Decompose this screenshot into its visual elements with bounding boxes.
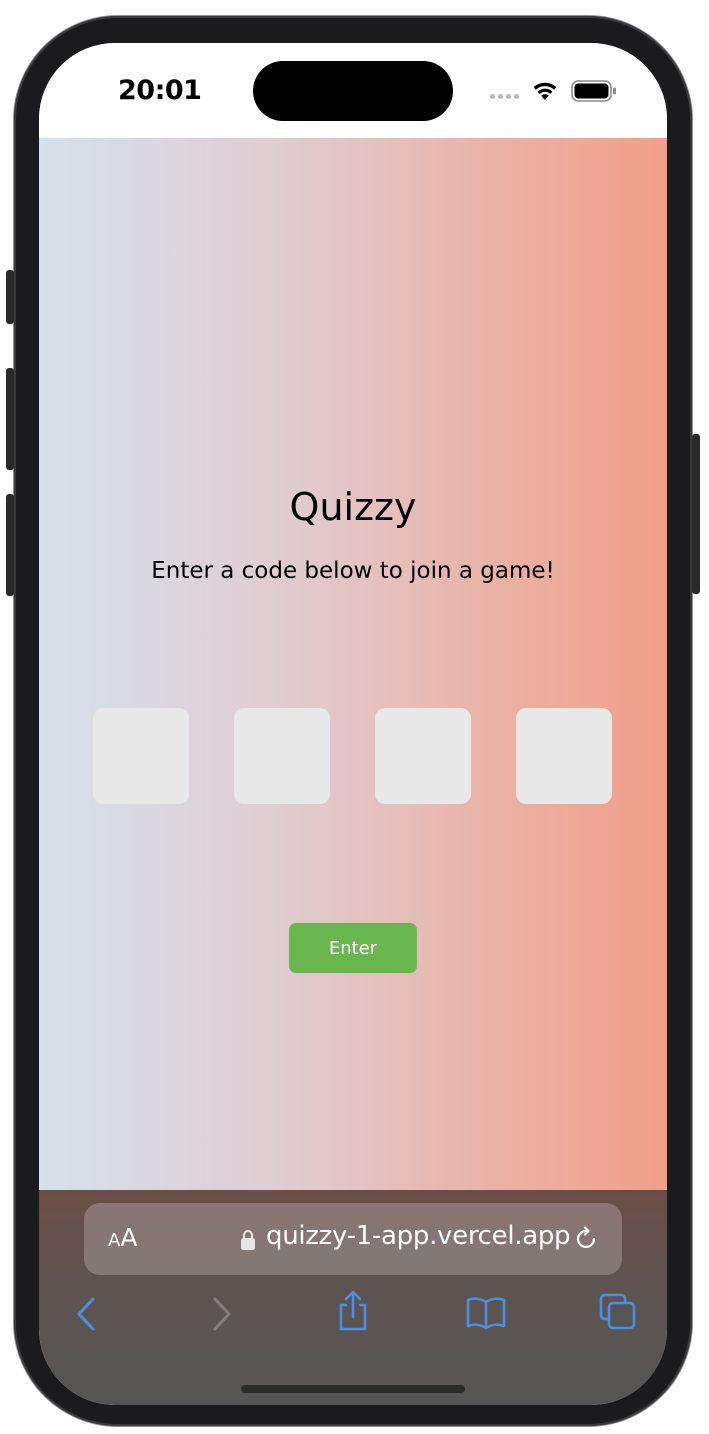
battery-icon: [571, 80, 616, 102]
forward-icon[interactable]: [207, 1296, 235, 1332]
address-bar[interactable]: AA quizzy-1-app.vercel.app: [84, 1203, 622, 1275]
share-icon[interactable]: [336, 1290, 370, 1332]
volume-down-button: [6, 494, 14, 596]
text-size-small-label: A: [108, 1230, 121, 1251]
tabs-icon[interactable]: [599, 1293, 637, 1331]
text-size-large-label: A: [120, 1223, 138, 1252]
code-input-4[interactable]: [516, 708, 612, 804]
web-page: Quizzy Enter a code below to join a game…: [39, 138, 667, 1190]
reload-icon[interactable]: [573, 1225, 601, 1253]
action-button: [6, 270, 14, 324]
enter-button[interactable]: Enter: [289, 923, 417, 973]
page-subtitle: Enter a code below to join a game!: [151, 558, 555, 584]
url-text: quizzy-1-app.vercel.app: [266, 1221, 571, 1251]
lock-icon: [241, 1230, 255, 1250]
code-input-1[interactable]: [93, 708, 189, 804]
wifi-icon: [533, 82, 557, 100]
status-bar: 20:01: [39, 43, 667, 138]
page-title: Quizzy: [289, 485, 417, 529]
volume-up-button: [6, 368, 14, 470]
code-input-2[interactable]: [234, 708, 330, 804]
power-button: [692, 434, 700, 594]
cellular-signal-icon: [490, 94, 522, 100]
dynamic-island: [253, 61, 453, 121]
home-indicator: [241, 1385, 465, 1393]
text-size-button[interactable]: AA: [108, 1223, 137, 1252]
screen: 20:01 Quizzy Enter a code below to join …: [39, 43, 667, 1405]
status-time: 20:01: [118, 75, 202, 106]
back-icon[interactable]: [73, 1296, 101, 1332]
browser-toolbar: AA quizzy-1-app.vercel.app: [39, 1190, 667, 1405]
bookmarks-icon[interactable]: [466, 1296, 506, 1330]
code-input-3[interactable]: [375, 708, 471, 804]
